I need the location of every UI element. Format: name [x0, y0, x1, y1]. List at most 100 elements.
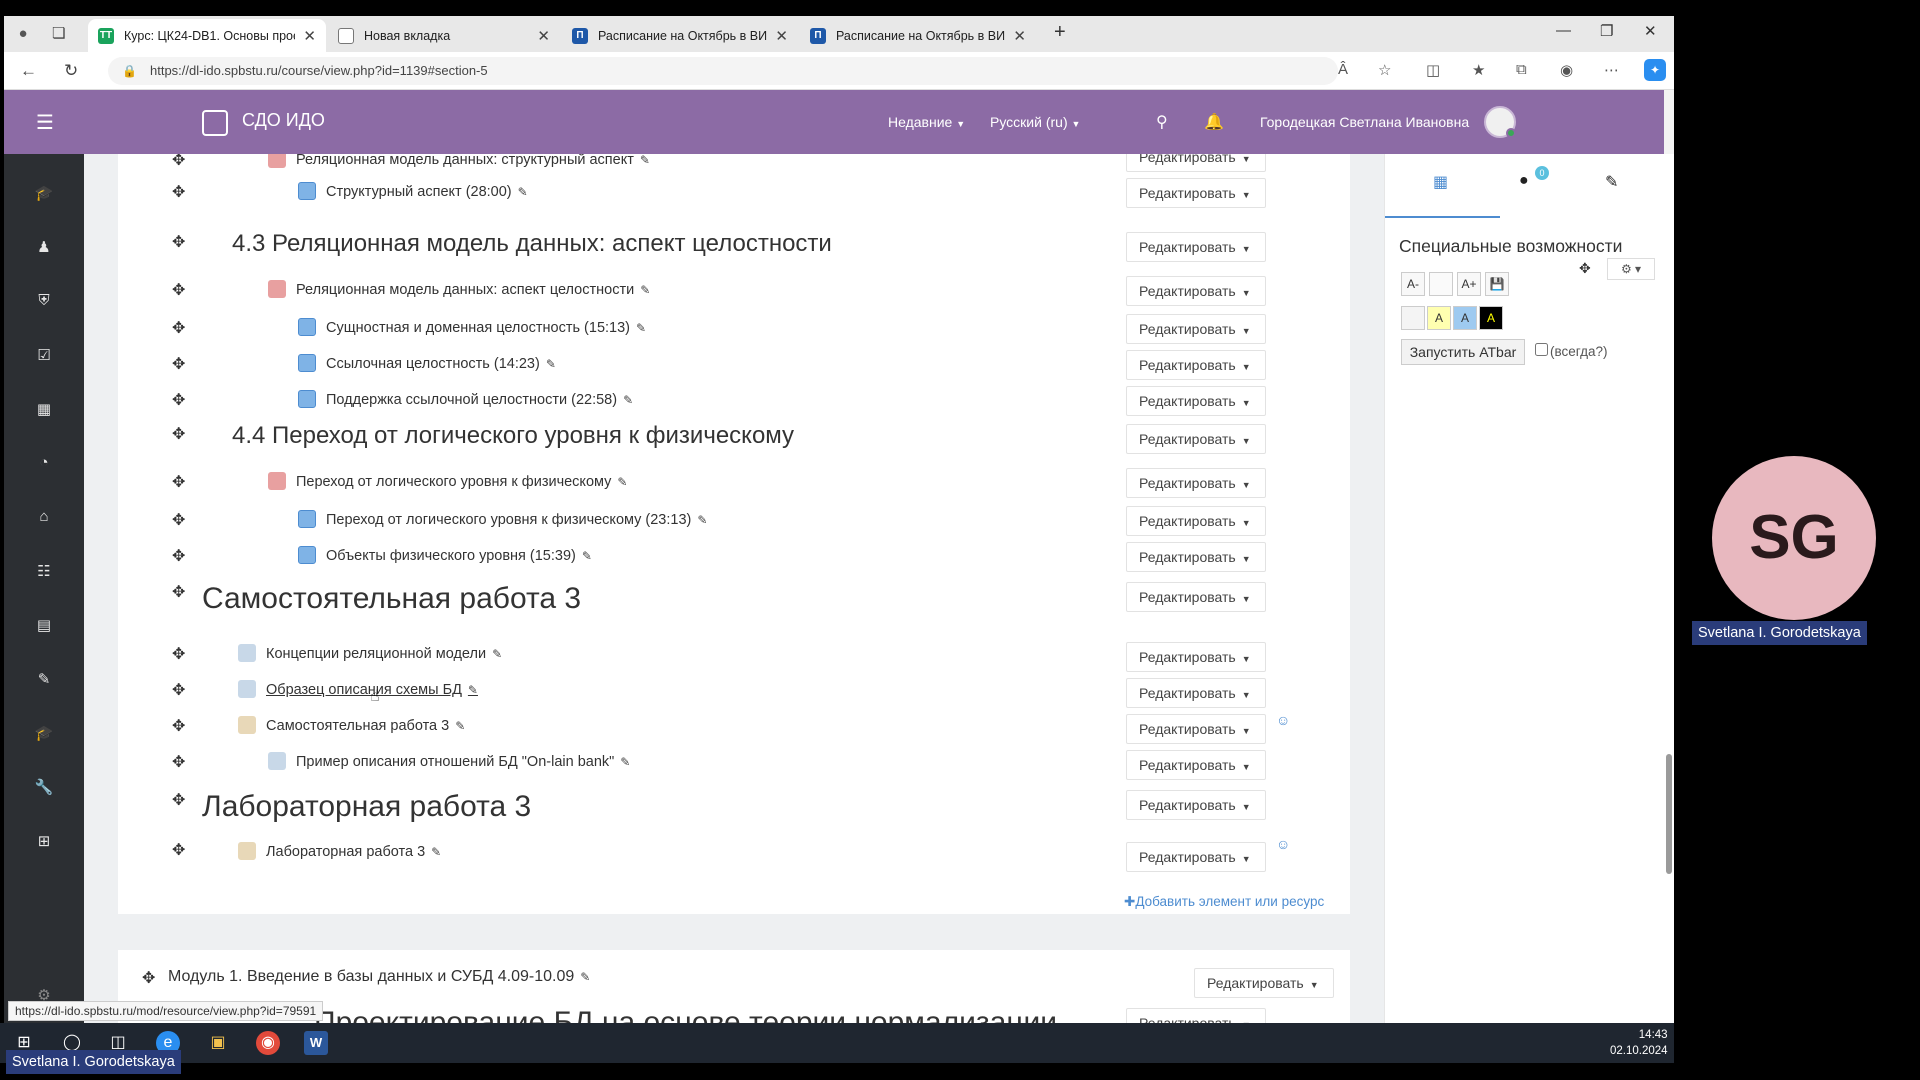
move-handle-icon[interactable]: ✥ [172, 280, 185, 300]
move-handle-icon[interactable]: ✥ [172, 790, 185, 810]
edit-menu-button[interactable]: Редактировать▼ [1126, 750, 1266, 780]
brush-icon[interactable]: ✎ [32, 670, 56, 688]
admin-wrench-icon[interactable]: 🔧 [32, 778, 56, 796]
move-handle-icon[interactable]: ✥ [142, 968, 155, 988]
close-icon[interactable]: ✕ [1013, 27, 1026, 45]
activity-link[interactable]: Концепции реляционной модели ✎ [266, 646, 502, 662]
chrome-icon[interactable]: ◉ [256, 1031, 280, 1055]
edit-menu-button[interactable]: Редактировать▼ [1126, 314, 1266, 344]
move-handle-icon[interactable]: ✥ [172, 680, 185, 700]
activity-link[interactable]: Поддержка ссылочной целостности (22:58) ✎ [326, 392, 633, 408]
edit-menu-button[interactable]: Редактировать▼ [1126, 178, 1266, 208]
activity-link[interactable]: Структурный аспект (28:00) ✎ [326, 184, 528, 200]
edit-pencil-icon[interactable]: ✎ [617, 475, 627, 489]
tab-actions-icon[interactable]: ❏ [52, 24, 65, 42]
window-close-icon[interactable]: ✕ [1644, 22, 1657, 40]
file-explorer-icon[interactable]: ▣ [206, 1031, 230, 1055]
move-handle-icon[interactable]: ✥ [172, 232, 185, 252]
brush-icon[interactable]: ✎ [1605, 172, 1618, 192]
move-handle-icon[interactable]: ✥ [172, 472, 185, 492]
tab-new[interactable]: Новая вкладка ✕ [328, 19, 560, 52]
edit-pencil-icon[interactable]: ✎ [582, 549, 592, 563]
group-mode-icon[interactable]: ☺ [1276, 836, 1290, 852]
edit-menu-button[interactable]: Редактировать▼ [1126, 842, 1266, 872]
close-icon[interactable]: ✕ [537, 27, 550, 45]
edit-pencil-icon[interactable]: ✎ [431, 845, 441, 859]
font-increase-button[interactable]: A+ [1457, 272, 1481, 296]
reload-icon[interactable]: ↻ [64, 61, 78, 81]
activity-link[interactable]: Объекты физического уровня (15:39) ✎ [326, 548, 592, 564]
avatar[interactable] [1484, 106, 1516, 138]
close-icon[interactable]: ✕ [303, 27, 316, 45]
calendar-icon[interactable]: ☷ [32, 562, 56, 580]
activity-link[interactable]: Реляционная модель данных: структурный а… [296, 154, 650, 168]
edit-menu-button[interactable]: Редактировать▼ [1126, 1008, 1266, 1023]
move-handle-icon[interactable]: ✥ [172, 182, 185, 202]
color-blue-button[interactable]: A [1453, 306, 1477, 330]
move-handle-icon[interactable]: ✥ [172, 644, 185, 664]
font-decrease-button[interactable]: A- [1401, 272, 1425, 296]
word-icon[interactable]: W [304, 1031, 328, 1055]
edit-menu-button[interactable]: Редактировать▼ [1126, 790, 1266, 820]
edit-pencil-icon[interactable]: ✎ [636, 321, 646, 335]
tab-schedule-1[interactable]: П Расписание на Октябрь в ВИШ ✕ [562, 19, 798, 52]
extension-icon[interactable]: ◉ [1560, 61, 1573, 79]
move-handle-icon[interactable]: ✥ [172, 546, 185, 566]
color-black-button[interactable]: A [1479, 306, 1503, 330]
back-icon[interactable]: ← [20, 61, 37, 81]
color-default-button[interactable] [1401, 306, 1425, 330]
grades-table-icon[interactable]: ▦ [32, 400, 56, 418]
menu-toggle-icon[interactable]: ☰ [36, 110, 54, 135]
new-tab-plus-icon[interactable]: + [1054, 21, 1066, 44]
blocks-grid-icon[interactable]: ▦ [1433, 172, 1448, 192]
files-icon[interactable]: ▤ [32, 616, 56, 634]
move-handle-icon[interactable]: ✥ [172, 390, 185, 410]
dashboard-gauge-icon[interactable]: ◔ [32, 454, 56, 471]
participants-icon[interactable]: ♟ [32, 238, 56, 256]
module-title-link[interactable]: Модуль 1. Введение в базы данных и СУБД … [168, 968, 590, 986]
favorite-star-icon[interactable]: ☆ [1378, 61, 1391, 79]
courses-cap-icon[interactable]: 🎓 [32, 184, 56, 202]
edit-menu-button[interactable]: Редактировать▼ [1126, 678, 1266, 708]
edit-menu-button[interactable]: Редактировать▼ [1126, 424, 1266, 454]
site-name[interactable]: СДО ИДО [242, 110, 325, 131]
group-mode-icon[interactable]: ☺ [1276, 712, 1290, 728]
more-icon[interactable]: ⋯ [1604, 61, 1619, 79]
move-block-icon[interactable]: ✥ [1579, 260, 1591, 277]
restore-icon[interactable]: ❐ [1600, 22, 1613, 40]
edit-menu-button[interactable]: Редактировать▼ [1194, 968, 1334, 998]
move-handle-icon[interactable]: ✥ [172, 424, 185, 444]
close-icon[interactable]: ✕ [775, 27, 788, 45]
move-handle-icon[interactable]: ✥ [172, 840, 185, 860]
launch-atbar-button[interactable]: Запустить ATbar [1401, 339, 1525, 365]
font-reset-button[interactable] [1429, 272, 1453, 296]
edit-pencil-icon[interactable]: ✎ [468, 683, 478, 697]
move-handle-icon[interactable]: ✥ [172, 752, 185, 772]
edit-pencil-icon[interactable]: ✎ [623, 393, 633, 407]
edit-menu-button[interactable]: Редактировать▼ [1126, 542, 1266, 572]
move-handle-icon[interactable]: ✥ [172, 582, 185, 602]
home-icon[interactable]: ⌂ [32, 508, 56, 525]
edit-pencil-icon[interactable]: ✎ [640, 283, 650, 297]
badges-shield-icon[interactable]: ⛨ [32, 292, 56, 309]
split-screen-icon[interactable]: ◫ [1426, 61, 1440, 79]
edit-menu-button[interactable]: Редактировать▼ [1126, 350, 1266, 380]
edit-pencil-icon[interactable]: ✎ [620, 755, 630, 769]
always-checkbox[interactable] [1535, 343, 1548, 356]
url-field[interactable]: 🔒 https://dl-ido.spbstu.ru/course/view.p… [108, 57, 1338, 85]
move-handle-icon[interactable]: ✥ [172, 716, 185, 736]
edit-pencil-icon[interactable]: ✎ [518, 185, 528, 199]
move-handle-icon[interactable]: ✥ [172, 510, 185, 530]
activity-link[interactable]: Пример описания отношений БД "On-lain ba… [296, 754, 630, 770]
activity-link[interactable]: Переход от логического уровня к физическ… [326, 512, 707, 528]
my-courses-icon[interactable]: 🎓 [32, 724, 56, 742]
read-aloud-icon[interactable]: Â [1338, 61, 1348, 78]
site-logo-icon[interactable] [202, 110, 228, 136]
activity-link[interactable]: Переход от логического уровня к физическ… [296, 474, 627, 490]
user-menu-name[interactable]: Городецкая Светлана Ивановна [1260, 114, 1469, 130]
collections-icon[interactable]: ⧉ [1516, 61, 1527, 78]
move-handle-icon[interactable]: ✥ [172, 318, 185, 338]
edit-pencil-icon[interactable]: ✎ [580, 970, 590, 984]
move-handle-icon[interactable]: ✥ [172, 354, 185, 374]
activity-link[interactable]: Ссылочная целостность (14:23) ✎ [326, 356, 556, 372]
